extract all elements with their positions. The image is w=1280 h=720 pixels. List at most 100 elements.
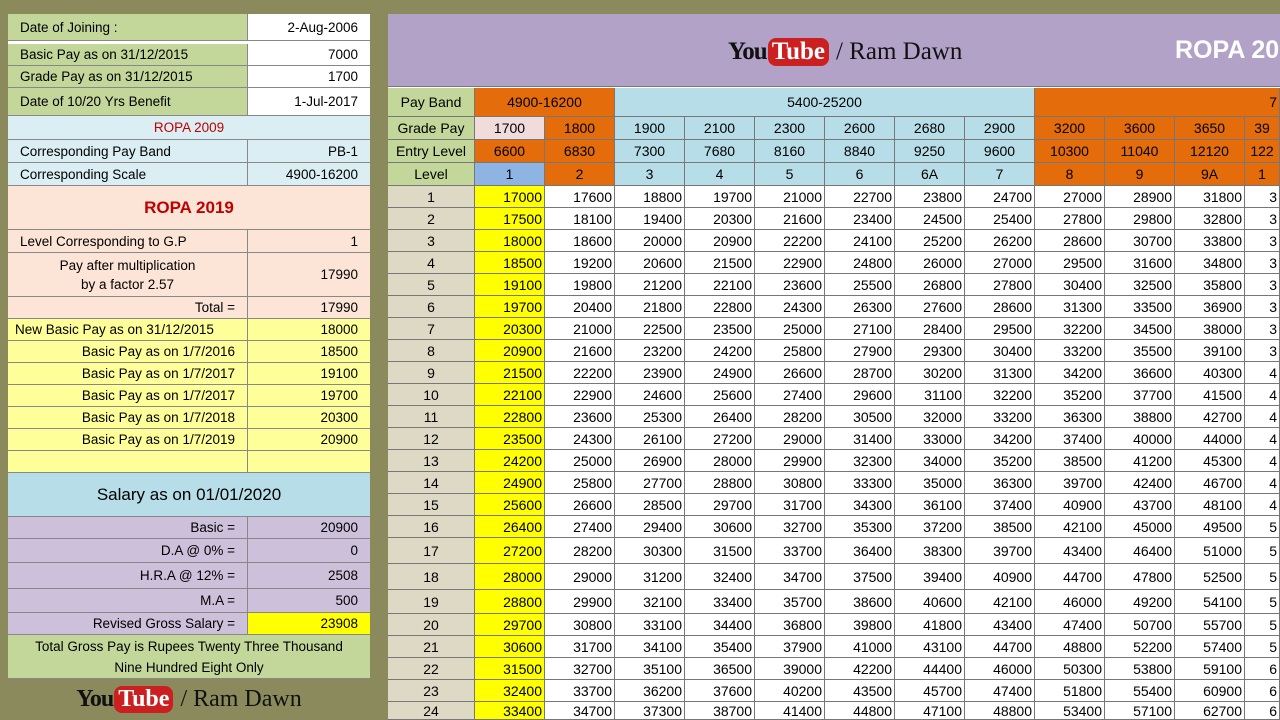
- pay-matrix-cell[interactable]: 39100: [1175, 340, 1245, 362]
- stage-number-cell[interactable]: 13: [388, 450, 475, 472]
- pay-matrix-cell[interactable]: 19100: [475, 274, 545, 296]
- pay-matrix-cell[interactable]: 35200: [1035, 384, 1105, 406]
- pay-matrix-cell[interactable]: 33700: [545, 680, 615, 702]
- stage-number-cell[interactable]: 19: [388, 590, 475, 614]
- pay-matrix-cell[interactable]: 41000: [825, 636, 895, 658]
- pay-matrix-cell[interactable]: 3: [1245, 252, 1280, 274]
- entry-level-cell[interactable]: 12120: [1175, 140, 1245, 163]
- pay-matrix-cell[interactable]: 6: [1245, 702, 1280, 720]
- pay-matrix-cell[interactable]: 27600: [895, 296, 965, 318]
- grade-pay-2015-label[interactable]: Grade Pay as on 31/12/2015: [8, 66, 248, 87]
- entry-level-cell[interactable]: 10300: [1035, 140, 1105, 163]
- pay-matrix-cell[interactable]: 5: [1245, 516, 1280, 538]
- pay-matrix-cell[interactable]: 27400: [545, 516, 615, 538]
- pay-matrix-cell[interactable]: 39800: [825, 614, 895, 636]
- pay-matrix-cell[interactable]: 32400: [685, 564, 755, 590]
- level-header-cell[interactable]: 7: [965, 163, 1035, 186]
- stage-number-cell[interactable]: 3: [388, 230, 475, 252]
- pay-matrix-cell[interactable]: 39000: [755, 658, 825, 680]
- entry-level-cell[interactable]: 11040: [1105, 140, 1175, 163]
- pay-matrix-cell[interactable]: 30800: [755, 472, 825, 494]
- pay-matrix-cell[interactable]: 31700: [755, 494, 825, 516]
- pay-matrix-cell[interactable]: 24600: [615, 384, 685, 406]
- pay-matrix-cell[interactable]: 35200: [965, 450, 1035, 472]
- stage-number-cell[interactable]: 1: [388, 186, 475, 208]
- level-header-cell[interactable]: 6: [825, 163, 895, 186]
- gross-value[interactable]: 23908: [248, 613, 370, 634]
- pay-matrix-cell[interactable]: 40900: [1035, 494, 1105, 516]
- pay-matrix-cell[interactable]: 30500: [825, 406, 895, 428]
- pay-matrix-cell[interactable]: 4: [1245, 472, 1280, 494]
- pay-matrix-cell[interactable]: 25300: [615, 406, 685, 428]
- pay-matrix-cell[interactable]: 20600: [615, 252, 685, 274]
- pay-matrix-cell[interactable]: 26000: [895, 252, 965, 274]
- benefit-date-value[interactable]: 1-Jul-2017: [248, 88, 370, 115]
- pay-matrix-cell[interactable]: 22100: [475, 384, 545, 406]
- pay-matrix-cell[interactable]: 30300: [615, 538, 685, 564]
- pay-matrix-cell[interactable]: 40900: [965, 564, 1035, 590]
- pay-matrix-cell[interactable]: 38700: [685, 702, 755, 720]
- pay-matrix-cell[interactable]: 24300: [755, 296, 825, 318]
- pay-matrix-cell[interactable]: 37400: [1035, 428, 1105, 450]
- pay-matrix-cell[interactable]: 19800: [545, 274, 615, 296]
- pay-matrix-cell[interactable]: 28600: [1035, 230, 1105, 252]
- pay-matrix-cell[interactable]: 43400: [965, 614, 1035, 636]
- pay-matrix-cell[interactable]: 48100: [1175, 494, 1245, 516]
- pay-matrix-cell[interactable]: 38000: [1175, 318, 1245, 340]
- pay-matrix-cell[interactable]: 47400: [965, 680, 1035, 702]
- blank-value-cell[interactable]: [248, 451, 370, 472]
- pay-matrix-cell[interactable]: 24200: [475, 450, 545, 472]
- pay-matrix-cell[interactable]: 47400: [1035, 614, 1105, 636]
- pay-matrix-cell[interactable]: 31800: [1175, 186, 1245, 208]
- pay-matrix-cell[interactable]: 29400: [615, 516, 685, 538]
- stage-number-cell[interactable]: 9: [388, 362, 475, 384]
- pay-matrix-cell[interactable]: 25600: [685, 384, 755, 406]
- pay-matrix-cell[interactable]: 19700: [475, 296, 545, 318]
- stage-number-cell[interactable]: 2: [388, 208, 475, 230]
- grade-pay-cell[interactable]: 2900: [965, 117, 1035, 140]
- blank-cell[interactable]: [8, 451, 248, 472]
- gross-in-words-text[interactable]: Total Gross Pay is Rupees Twenty Three T…: [8, 635, 370, 678]
- pay-matrix-cell[interactable]: 32200: [1035, 318, 1105, 340]
- pay-band-cell[interactable]: 4900-16200: [475, 88, 615, 117]
- stage-number-cell[interactable]: 18: [388, 564, 475, 590]
- pay-matrix-cell[interactable]: 26100: [615, 428, 685, 450]
- entry-level-cell[interactable]: 9600: [965, 140, 1035, 163]
- pay-matrix-cell[interactable]: 25000: [545, 450, 615, 472]
- entry-level-cell[interactable]: 6600: [475, 140, 545, 163]
- stage-number-cell[interactable]: 15: [388, 494, 475, 516]
- level-header-cell[interactable]: 4: [685, 163, 755, 186]
- pay-matrix-cell[interactable]: 31500: [685, 538, 755, 564]
- grade-pay-cell[interactable]: 2100: [685, 117, 755, 140]
- grade-pay-cell[interactable]: 39: [1245, 117, 1280, 140]
- pay-matrix-cell[interactable]: 34000: [895, 450, 965, 472]
- pay-matrix-cell[interactable]: 55700: [1175, 614, 1245, 636]
- pay-matrix-cell[interactable]: 52500: [1175, 564, 1245, 590]
- pay-matrix-cell[interactable]: 27800: [1035, 208, 1105, 230]
- pay-matrix-cell[interactable]: 46400: [1105, 538, 1175, 564]
- pay-matrix-cell[interactable]: 29600: [825, 384, 895, 406]
- pay-matrix-cell[interactable]: 19700: [685, 186, 755, 208]
- pay-matrix-cell[interactable]: 3: [1245, 274, 1280, 296]
- grade-pay-cell[interactable]: 3650: [1175, 117, 1245, 140]
- pay-matrix-cell[interactable]: 52200: [1105, 636, 1175, 658]
- pay-matrix-cell[interactable]: 29300: [895, 340, 965, 362]
- pay-matrix-cell[interactable]: 22900: [755, 252, 825, 274]
- pay-matrix-cell[interactable]: 24500: [895, 208, 965, 230]
- pay-matrix-cell[interactable]: 29700: [475, 614, 545, 636]
- pay-matrix-cell[interactable]: 40600: [895, 590, 965, 614]
- hra-value[interactable]: 2508: [248, 563, 370, 588]
- pay-matrix-cell[interactable]: 22800: [475, 406, 545, 428]
- pay-matrix-cell[interactable]: 40200: [755, 680, 825, 702]
- stage-number-cell[interactable]: 22: [388, 658, 475, 680]
- pay-matrix-cell[interactable]: 3: [1245, 318, 1280, 340]
- total-value[interactable]: 17990: [248, 297, 370, 318]
- pay-matrix-cell[interactable]: 37700: [1105, 384, 1175, 406]
- pay-matrix-cell[interactable]: 30600: [685, 516, 755, 538]
- new-basic-label[interactable]: New Basic Pay as on 31/12/2015: [8, 319, 248, 340]
- pay-matrix-cell[interactable]: 36400: [825, 538, 895, 564]
- pay-matrix-cell[interactable]: 40300: [1175, 362, 1245, 384]
- pay-matrix-cell[interactable]: 31200: [615, 564, 685, 590]
- pay-matrix-cell[interactable]: 22900: [545, 384, 615, 406]
- pay-matrix-cell[interactable]: 21500: [685, 252, 755, 274]
